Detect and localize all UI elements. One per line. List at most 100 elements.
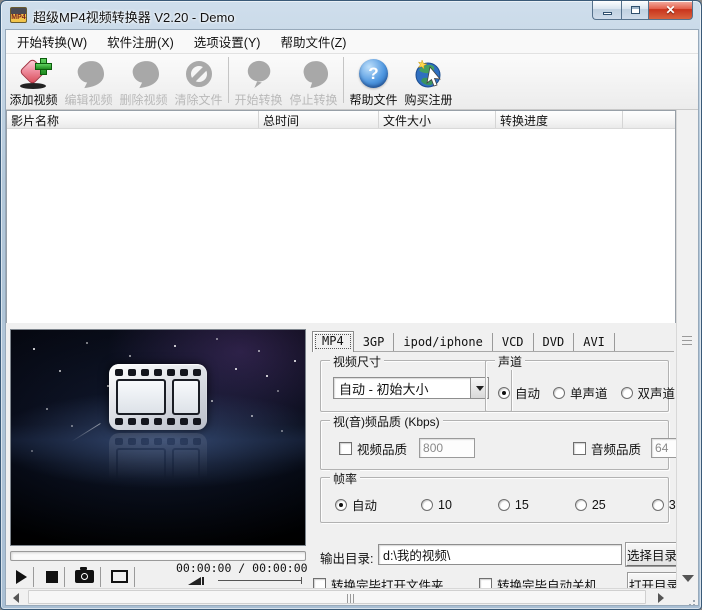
title-bar[interactable]: MP4 超级MP4视频转换器 V2.20 - Demo ✕ (1, 1, 702, 29)
video-quality-checkbox[interactable]: 视频品质 (339, 439, 407, 458)
quality-group-label: 视(音)频品质 (Kbps) (330, 413, 443, 430)
choose-directory-button[interactable]: 选择目录 (626, 543, 676, 566)
radio-fps-30[interactable]: 30 (652, 498, 676, 512)
stop-convert-icon (297, 57, 331, 90)
fullscreen-button[interactable] (107, 570, 128, 583)
minimize-button[interactable] (592, 1, 621, 20)
output-dir-input[interactable] (378, 544, 622, 565)
scrollbar-thumb-grip[interactable] (682, 335, 692, 346)
resize-grip-icon[interactable] (693, 600, 695, 602)
add-video-button[interactable]: 添加视频 (6, 54, 61, 108)
checkbox-icon (313, 578, 326, 588)
hscrollbar-thumb[interactable] (28, 590, 646, 604)
toolbar-separator (343, 57, 344, 103)
radio-icon (421, 499, 433, 511)
quality-group: 视(音)频品质 (Kbps) 视频品质 音频品质 (320, 420, 669, 470)
radio-fps-10[interactable]: 10 (421, 498, 452, 512)
radio-icon (553, 387, 565, 399)
snapshot-button[interactable] (71, 570, 94, 583)
clear-files-button[interactable]: 清除文件 (171, 54, 226, 108)
fullscreen-icon (111, 570, 128, 583)
scroll-down-icon[interactable] (682, 575, 694, 582)
buy-register-button[interactable]: 购买注册 (401, 54, 456, 108)
clear-files-icon (182, 57, 216, 90)
radio-channel-stereo[interactable]: 双声道 (621, 383, 676, 402)
horizontal-scrollbar[interactable] (6, 588, 676, 605)
radio-channel-auto[interactable]: 自动 (498, 383, 540, 402)
column-file-size[interactable]: 文件大小 (379, 111, 496, 128)
hscrollbar-thumb-grip (347, 594, 356, 603)
menu-start-convert[interactable]: 开始转换(W) (8, 29, 96, 55)
vertical-scrollbar[interactable] (676, 110, 698, 588)
radio-fps-25[interactable]: 25 (575, 498, 606, 512)
edit-video-button[interactable]: 编辑视频 (61, 54, 116, 108)
close-icon: ✕ (665, 4, 675, 16)
column-movie-name[interactable]: 影片名称 (7, 111, 259, 128)
add-video-icon (17, 57, 51, 90)
help-icon: ? (357, 57, 391, 90)
menu-options[interactable]: 选项设置(Y) (185, 29, 270, 55)
framerate-group-label: 帧率 (330, 470, 360, 487)
open-directory-button[interactable]: 打开目录 (628, 573, 676, 588)
menu-help[interactable]: 帮助文件(Z) (271, 29, 355, 55)
tab-ipod-iphone[interactable]: ipod/iphone (394, 333, 492, 351)
delete-video-icon (127, 57, 161, 90)
radio-icon (652, 499, 664, 511)
radio-icon (498, 499, 510, 511)
tab-avi[interactable]: AVI (574, 333, 615, 351)
minimize-icon (603, 12, 612, 15)
help-file-button[interactable]: ? 帮助文件 (346, 54, 401, 108)
delete-video-button[interactable]: 删除视频 (116, 54, 171, 108)
stop-convert-button[interactable]: 停止转换 (286, 54, 341, 108)
column-total-time[interactable]: 总时间 (259, 111, 379, 128)
settings-panel: 00:00:00 / 00:00:00 MP4 3GP ipod/iphone … (6, 323, 676, 588)
channels-group: 声道 自动 单声道 双声道 (485, 360, 669, 412)
video-quality-input[interactable] (419, 438, 475, 458)
video-preview (10, 329, 306, 546)
checkbox-icon (479, 578, 492, 588)
start-convert-icon (242, 57, 276, 90)
menu-register[interactable]: 软件注册(X) (98, 29, 183, 55)
tab-dvd[interactable]: DVD (534, 333, 575, 351)
channels-group-label: 声道 (495, 353, 525, 370)
stop-button[interactable] (40, 571, 58, 583)
radio-icon (498, 387, 510, 399)
radio-channel-mono[interactable]: 单声道 (553, 383, 608, 402)
star-streak (71, 423, 100, 442)
radio-fps-auto[interactable]: 自动 (335, 495, 377, 514)
framerate-group: 帧率 自动 10 15 25 30 (320, 477, 669, 523)
tab-mp4[interactable]: MP4 (312, 331, 354, 352)
audio-quality-input[interactable] (651, 438, 676, 458)
shutdown-after-checkbox[interactable]: 转换完毕自动关机 (479, 575, 597, 588)
list-body-empty (7, 129, 675, 323)
stop-icon (46, 571, 58, 583)
tab-3gp[interactable]: 3GP (354, 333, 395, 351)
video-size-group: 视频尺寸 自动 - 初始大小 (320, 360, 512, 412)
play-button[interactable] (10, 570, 27, 584)
video-size-select[interactable]: 自动 - 初始大小 (333, 377, 489, 399)
menu-bar: 开始转换(W) 软件注册(X) 选项设置(Y) 帮助文件(Z) (6, 30, 698, 54)
volume-slider[interactable] (218, 580, 302, 581)
tab-vcd[interactable]: VCD (493, 333, 534, 351)
video-file-list[interactable]: 影片名称 总时间 文件大小 转换进度 (6, 110, 676, 323)
maximize-button[interactable] (621, 1, 648, 20)
scroll-right-icon[interactable] (658, 593, 664, 603)
audio-quality-checkbox[interactable]: 音频品质 (573, 439, 641, 458)
starfield (11, 330, 13, 332)
radio-icon (335, 499, 347, 511)
film-strip-reflection (109, 433, 207, 499)
buy-register-icon (412, 57, 446, 90)
window-title: 超级MP4视频转换器 V2.20 - Demo (33, 7, 235, 26)
start-convert-button[interactable]: 开始转换 (231, 54, 286, 108)
seek-bar[interactable] (10, 551, 306, 561)
toolbar-separator (228, 57, 229, 103)
maximize-icon (631, 6, 640, 14)
volume-icon[interactable] (188, 577, 201, 585)
radio-fps-15[interactable]: 15 (498, 498, 529, 512)
column-progress[interactable]: 转换进度 (496, 111, 623, 128)
open-folder-after-checkbox[interactable]: 转换完毕打开文件夹 (313, 575, 444, 588)
column-filler (623, 111, 675, 128)
scroll-left-icon[interactable] (13, 593, 19, 603)
video-size-value: 自动 - 初始大小 (334, 379, 470, 398)
close-button[interactable]: ✕ (648, 1, 693, 20)
